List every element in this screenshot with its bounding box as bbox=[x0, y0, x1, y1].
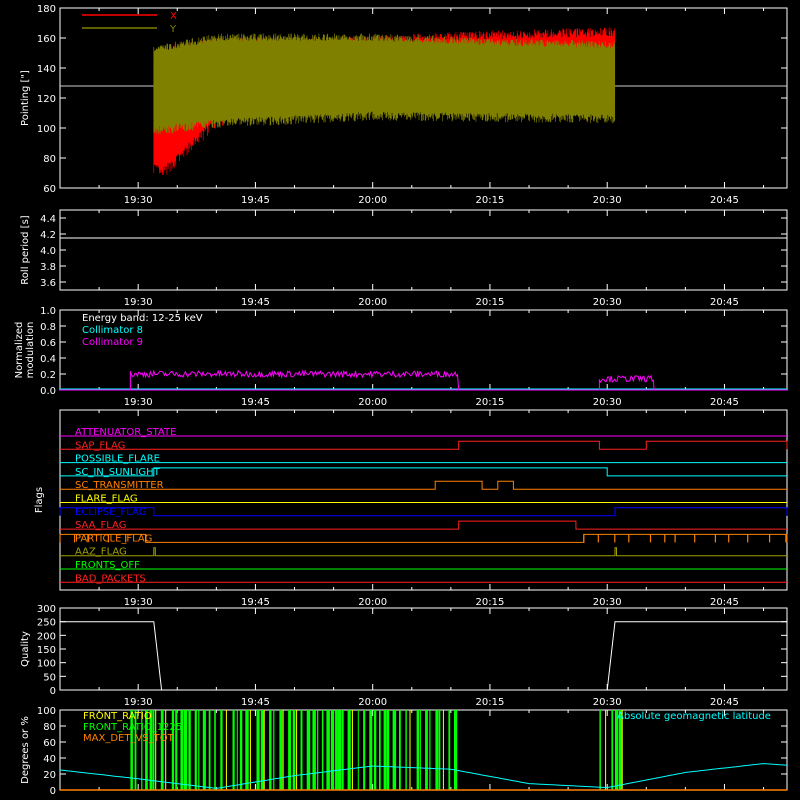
x-tick-label: 19:30 bbox=[124, 195, 153, 206]
x-tick-label: 20:00 bbox=[358, 597, 387, 608]
y-tick-label: 300 bbox=[37, 604, 56, 615]
y-tick-label: 250 bbox=[37, 618, 56, 629]
series-y-pointing bbox=[153, 33, 616, 135]
flag-line-sc_in_sunlight bbox=[60, 467, 787, 477]
x-tick-label: 19:45 bbox=[241, 697, 270, 708]
x-tick-label: 20:00 bbox=[358, 297, 387, 308]
y-tick-label: 60 bbox=[43, 738, 56, 749]
x-tick-label: 20:15 bbox=[476, 397, 505, 408]
y-axis-label: Degrees or % bbox=[20, 716, 31, 784]
geomagnetic-latitude-curve bbox=[59, 763, 788, 789]
y-axis-label: Roll period [s] bbox=[20, 215, 31, 284]
x-tick-label: 20:00 bbox=[358, 397, 387, 408]
y-tick-label: 80 bbox=[43, 154, 56, 165]
y-tick-label: 3.8 bbox=[40, 262, 56, 273]
y-tick-label: 0 bbox=[50, 786, 56, 797]
particle-flag-toggles bbox=[59, 534, 787, 543]
y-tick-label: 4.0 bbox=[40, 246, 56, 257]
y-tick-label: 100 bbox=[37, 124, 56, 135]
y-tick-label: 60 bbox=[43, 184, 56, 195]
y-axis-label: Normalized bbox=[14, 322, 25, 379]
legend-label-Y: Y bbox=[169, 24, 177, 35]
y-tick-label: 4.2 bbox=[40, 230, 56, 241]
y-tick-label: 80 bbox=[43, 722, 56, 733]
x-tick-label: 19:30 bbox=[124, 597, 153, 608]
x-tick-label: 20:45 bbox=[710, 195, 739, 206]
x-tick-label: 20:15 bbox=[476, 697, 505, 708]
y-tick-label: 0.6 bbox=[40, 338, 56, 349]
y-tick-label: 200 bbox=[37, 631, 56, 642]
x-tick-label: 20:30 bbox=[593, 297, 622, 308]
panel-frame-4 bbox=[59, 607, 788, 691]
quality-series bbox=[60, 621, 787, 691]
y-tick-label: 0.0 bbox=[40, 386, 56, 397]
y-tick-label: 4.4 bbox=[40, 214, 56, 225]
flag-label-eclipse_flag: ECLIPSE_FLAG bbox=[75, 507, 146, 518]
legend-label-collimator: Collimator 8 bbox=[82, 325, 143, 336]
y-tick-label: 0 bbox=[50, 686, 56, 697]
x-tick-label: 20:15 bbox=[476, 195, 505, 206]
x-tick-label: 20:15 bbox=[476, 297, 505, 308]
flag-line-sc_transmitter bbox=[60, 480, 787, 490]
legend-label-front_ratio: FRONT_RATIO bbox=[83, 711, 152, 722]
panel-frame-1 bbox=[59, 209, 788, 291]
y-axis-label: Quality bbox=[20, 631, 31, 667]
x-tick-label: 20:30 bbox=[593, 195, 622, 206]
y-tick-label: 0.4 bbox=[40, 354, 56, 365]
x-tick-label: 19:45 bbox=[241, 597, 270, 608]
x-tick-label: 19:30 bbox=[124, 697, 153, 708]
y-tick-label: 3.6 bbox=[40, 278, 56, 289]
y-tick-label: 1.0 bbox=[40, 306, 56, 317]
y-tick-label: 120 bbox=[37, 94, 56, 105]
x-tick-label: 20:45 bbox=[710, 297, 739, 308]
x-tick-label: 19:30 bbox=[124, 297, 153, 308]
flag-line-saa_flag bbox=[60, 520, 787, 530]
front-ratio-1225-bars bbox=[130, 710, 623, 790]
y-tick-label: 140 bbox=[37, 64, 56, 75]
legend-label-front_ratio_1225: FRONT_RATIO_1225 bbox=[83, 722, 182, 733]
y-tick-label: 160 bbox=[37, 34, 56, 45]
collimator-9-series bbox=[129, 369, 655, 391]
x-tick-label: 20:15 bbox=[476, 597, 505, 608]
flag-line-particle_flag bbox=[59, 533, 788, 543]
x-tick-label: 20:30 bbox=[593, 597, 622, 608]
y-tick-label: 100 bbox=[37, 659, 56, 670]
y-tick-label: 50 bbox=[43, 672, 56, 683]
x-tick-label: 20:45 bbox=[710, 697, 739, 708]
legend-label-X: X bbox=[170, 11, 177, 22]
flag-line-sap_flag bbox=[60, 440, 788, 450]
x-tick-label: 20:30 bbox=[593, 397, 622, 408]
x-tick-label: 20:00 bbox=[358, 195, 387, 206]
x-tick-label: 19:45 bbox=[241, 195, 270, 206]
y-tick-label: 100 bbox=[37, 706, 56, 717]
legend-label-max_det_vs_tot: MAX_DET_VS_TOT bbox=[83, 733, 175, 744]
y-tick-label: 20 bbox=[43, 770, 56, 781]
x-tick-label: 19:45 bbox=[241, 397, 270, 408]
rhessi-quicklook-chart: 19:30 19:45 20:00 20:15 20:30 20:45 60 80 100 120… bbox=[14, 4, 788, 797]
x-tick-label: 20:45 bbox=[710, 597, 739, 608]
x-tick-label: 20:00 bbox=[358, 697, 387, 708]
legend-label-collimator: Collimator 9 bbox=[82, 337, 143, 348]
y-axis-label: Flags bbox=[34, 487, 45, 513]
y-axis-label: modulation bbox=[25, 322, 36, 379]
flag-line-aaz_flag bbox=[60, 547, 787, 557]
x-tick-label: 19:45 bbox=[241, 297, 270, 308]
flag-label-particle_flag: PARTICLE_FLAG bbox=[75, 533, 152, 544]
energy-band-label: Energy band: 12-25 keV bbox=[82, 313, 203, 324]
x-tick-label: 20:45 bbox=[710, 397, 739, 408]
y-tick-label: 150 bbox=[37, 645, 56, 656]
y-tick-label: 0.8 bbox=[40, 322, 56, 333]
geomagnetic-latitude-label: Absolute geomagnetic latitude bbox=[617, 711, 771, 722]
x-tick-label: 20:30 bbox=[593, 697, 622, 708]
y-axis-label: Pointing ["] bbox=[20, 70, 31, 126]
y-tick-label: 180 bbox=[37, 4, 56, 15]
flag-line-eclipse_flag bbox=[59, 507, 788, 517]
x-tick-label: 19:30 bbox=[124, 397, 153, 408]
y-tick-label: 40 bbox=[43, 754, 56, 765]
y-tick-label: 0.2 bbox=[40, 370, 56, 381]
